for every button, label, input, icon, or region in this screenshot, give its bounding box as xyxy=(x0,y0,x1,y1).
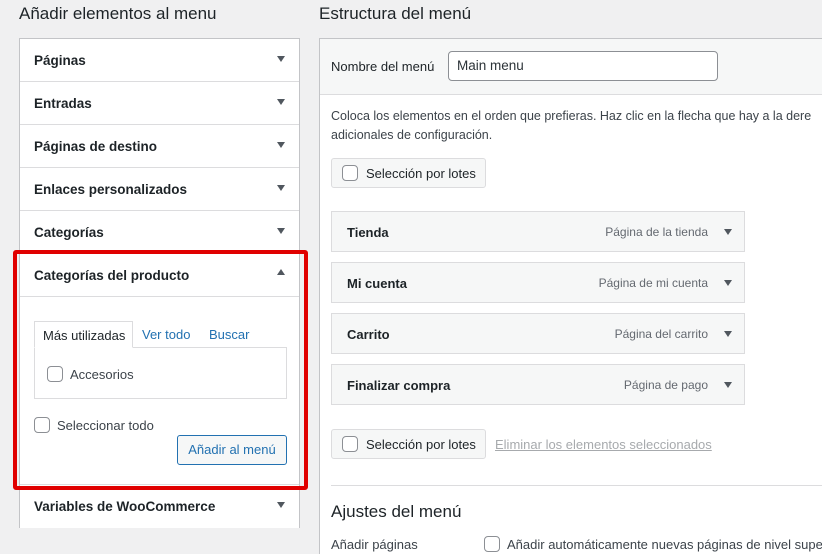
instructions-line: Coloca los elementos en el orden que pre… xyxy=(331,109,812,123)
accordion-label: Entradas xyxy=(34,96,92,111)
menu-item-type: Página de mi cuenta xyxy=(598,276,708,290)
bulk-select-button-bottom[interactable]: Selección por lotes xyxy=(331,429,486,459)
add-menu-items-title: Añadir elementos al menu xyxy=(19,4,217,23)
menu-name-header: Nombre del menú Main menu xyxy=(320,39,822,95)
chevron-down-icon[interactable] xyxy=(277,228,285,234)
chevron-down-icon[interactable] xyxy=(277,502,285,508)
accordion-custom-links[interactable]: Enlaces personalizados xyxy=(20,168,299,211)
menu-item-mi-cuenta[interactable]: Mi cuenta Página de mi cuenta xyxy=(331,262,745,303)
menu-item-type: Página de pago xyxy=(623,378,708,392)
menu-item-tienda[interactable]: Tienda Página de la tienda xyxy=(331,211,745,252)
bulk-select-label: Selección por lotes xyxy=(366,166,476,181)
accordion-woocommerce-endpoints[interactable]: Variables de WooCommerce xyxy=(20,485,299,528)
add-pages-label: Añadir páginas xyxy=(331,537,418,552)
menu-structure-panel: Nombre del menú Main menu Coloca los ele… xyxy=(319,38,822,554)
menu-item-title: Finalizar compra xyxy=(347,378,451,393)
tab-search[interactable]: Buscar xyxy=(209,321,249,348)
menu-settings-title: Ajustes del menú xyxy=(331,502,462,521)
chevron-down-icon[interactable] xyxy=(724,229,732,235)
bulk-select-checkbox[interactable] xyxy=(342,436,358,452)
menu-item-type: Página del carrito xyxy=(614,327,708,341)
add-menu-items-accordion: Páginas Entradas Páginas de destino Enla… xyxy=(19,38,300,528)
add-to-menu-button[interactable]: Añadir al menú xyxy=(177,435,287,465)
chevron-down-icon[interactable] xyxy=(277,185,285,191)
accordion-pages[interactable]: Páginas xyxy=(20,39,299,82)
menu-item-type: Página de la tienda xyxy=(605,225,708,239)
product-categories-tabs: Más utilizadas Ver todo Buscar xyxy=(34,321,287,348)
accordion-label: Enlaces personalizados xyxy=(34,182,188,197)
bulk-select-button-top[interactable]: Selección por lotes xyxy=(331,158,486,188)
bulk-select-checkbox[interactable] xyxy=(342,165,358,181)
menu-name-input[interactable]: Main menu xyxy=(448,51,718,81)
accordion-posts[interactable]: Entradas xyxy=(20,82,299,125)
chevron-down-icon[interactable] xyxy=(724,331,732,337)
tab-most-used[interactable]: Más utilizadas xyxy=(34,321,133,348)
menu-item-title: Tienda xyxy=(347,225,389,240)
divider xyxy=(331,485,822,486)
chevron-down-icon[interactable] xyxy=(724,382,732,388)
product-categories-panel: Más utilizadas Ver todo Buscar Accesorio… xyxy=(20,297,299,485)
accessories-checkbox[interactable] xyxy=(47,366,63,382)
accordion-landing-pages[interactable]: Páginas de destino xyxy=(20,125,299,168)
accordion-label: Páginas de destino xyxy=(34,139,158,154)
chevron-down-icon[interactable] xyxy=(277,56,285,62)
accordion-label: Categorías xyxy=(34,225,104,240)
menu-instructions: Coloca los elementos en el orden que pre… xyxy=(331,107,822,145)
accordion-product-categories[interactable]: Categorías del producto xyxy=(20,254,299,297)
chevron-down-icon[interactable] xyxy=(277,99,285,105)
select-all-checkbox[interactable] xyxy=(34,417,50,433)
delete-selected-link[interactable]: Eliminar los elementos seleccionados xyxy=(495,437,712,452)
auto-add-pages-text[interactable]: Añadir automáticamente nuevas páginas de… xyxy=(507,537,822,552)
bulk-select-label: Selección por lotes xyxy=(366,437,476,452)
menu-structure-title: Estructura del menú xyxy=(319,4,472,23)
accordion-categories[interactable]: Categorías xyxy=(20,211,299,254)
menu-item-title: Mi cuenta xyxy=(347,276,407,291)
menu-name-label: Nombre del menú xyxy=(331,59,435,74)
chevron-up-icon[interactable] xyxy=(277,269,285,275)
accordion-label: Variables de WooCommerce xyxy=(34,499,216,514)
accordion-label: Páginas xyxy=(34,53,86,68)
most-used-list: Accesorios xyxy=(34,347,287,399)
instructions-line: adicionales de configuración. xyxy=(331,128,493,142)
auto-add-pages-checkbox[interactable] xyxy=(484,536,500,552)
chevron-down-icon[interactable] xyxy=(724,280,732,286)
menu-item-carrito[interactable]: Carrito Página del carrito xyxy=(331,313,745,354)
menu-item-title: Carrito xyxy=(347,327,390,342)
select-all-label[interactable]: Seleccionar todo xyxy=(57,418,154,433)
accordion-label: Categorías del producto xyxy=(34,268,190,283)
tab-view-all[interactable]: Ver todo xyxy=(142,321,190,348)
menu-item-finalizar-compra[interactable]: Finalizar compra Página de pago xyxy=(331,364,745,405)
chevron-down-icon[interactable] xyxy=(277,142,285,148)
accessories-label[interactable]: Accesorios xyxy=(70,367,134,382)
